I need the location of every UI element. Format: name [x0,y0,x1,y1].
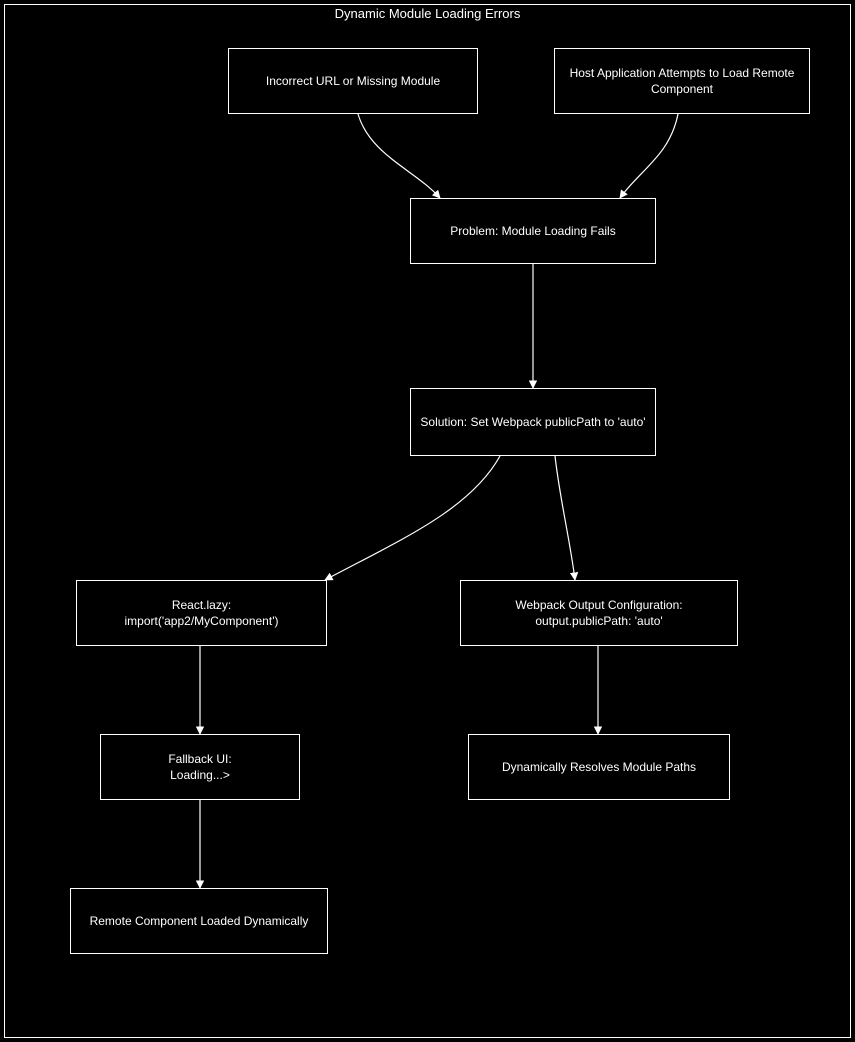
node-label: React.lazy:import('app2/MyComponent') [125,597,279,629]
node-solution: Solution: Set Webpack publicPath to 'aut… [410,388,656,456]
diagram-title: Dynamic Module Loading Errors [0,6,855,21]
node-label: Fallback UI:Loading...> [168,751,231,783]
node-label: Host Application Attempts to Load Remote… [561,65,803,97]
diagram-frame [4,4,851,1038]
node-react-lazy: React.lazy:import('app2/MyComponent') [76,580,327,646]
node-label: Dynamically Resolves Module Paths [502,759,696,775]
node-label: Incorrect URL or Missing Module [266,73,440,89]
node-problem: Problem: Module Loading Fails [410,198,656,264]
node-label: Solution: Set Webpack publicPath to 'aut… [420,414,645,430]
node-incorrect-url: Incorrect URL or Missing Module [228,48,478,114]
node-dynamically-resolves: Dynamically Resolves Module Paths [468,734,730,800]
node-label: Webpack Output Configuration:output.publ… [515,597,682,629]
node-host-attempts: Host Application Attempts to Load Remote… [554,48,810,114]
node-label: Remote Component Loaded Dynamically [90,913,309,929]
node-webpack-output: Webpack Output Configuration:output.publ… [460,580,738,646]
node-label: Problem: Module Loading Fails [450,223,615,239]
node-fallback-ui: Fallback UI:Loading...> [100,734,300,800]
node-remote-loaded: Remote Component Loaded Dynamically [70,888,328,954]
